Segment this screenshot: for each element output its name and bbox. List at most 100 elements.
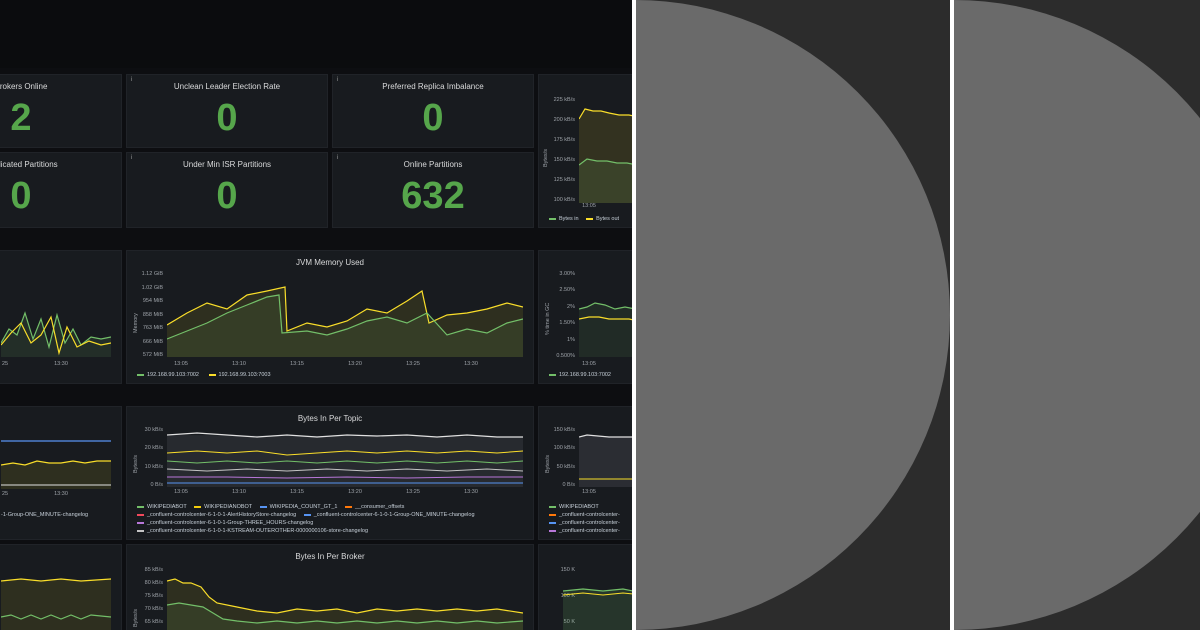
legend-item[interactable]: _confluent-controlcenter- (559, 520, 620, 526)
legend-item[interactable]: _confluent-controlcenter-6-1-0-1-Group-T… (147, 520, 313, 526)
panel-title: Preferred Replica Imbalance (382, 82, 484, 91)
y-tick: 763 MiB (142, 325, 163, 331)
x-tick: 13:10 (232, 489, 246, 495)
panel-title: Bytes In Per Broker (295, 552, 365, 561)
y-tick: 572 MiB (142, 352, 163, 358)
panel-title: Brokers Online (0, 82, 48, 91)
y-tick: 1% (567, 337, 575, 343)
y-tick: 20 kB/s (144, 445, 163, 451)
y-axis-label: Bytes/s (543, 148, 549, 167)
decorative-panel-1 (636, 0, 950, 630)
y-tick: 0 B/s (150, 482, 163, 488)
legend-item[interactable]: 192.168.99.103:7002 (147, 372, 199, 378)
y-tick: 0 B/s (562, 482, 575, 488)
legend-item[interactable]: WIKIPEDIABOT (559, 504, 599, 510)
jvm-plot (167, 286, 523, 357)
y-tick: 65 kB/s (144, 619, 163, 625)
panel-preferred-replica-imbalance[interactable]: i Preferred Replica Imbalance 0 (332, 74, 534, 148)
x-tick: 13:30 (54, 361, 68, 367)
legend-swatch (549, 513, 556, 516)
legend-item[interactable]: WIKIPEDIABOT (147, 504, 187, 510)
legend-swatch (549, 217, 556, 220)
panel-brokers-online[interactable]: Brokers Online 2 (0, 74, 122, 148)
y-tick: 2.50% (559, 287, 575, 293)
y-tick: 2% (567, 304, 575, 310)
panel-bytes-topic-right[interactable]: 150 kB/s 100 kB/s 50 kB/s 0 B/s Bytes/s … (538, 406, 632, 540)
legend-swatch (259, 505, 267, 508)
panel-throughput[interactable]: 225 kB/s 200 kB/s 175 kB/s 150 kB/s 125 … (538, 74, 632, 228)
grafana-dashboard: Brokers Online 2 i Unclean Leader Electi… (0, 0, 632, 630)
x-tick: 13:15 (290, 489, 304, 495)
legend-swatch (303, 513, 311, 516)
x-tick: 25 (1, 491, 9, 497)
y-tick: 70 kB/s (144, 606, 163, 612)
legend-item[interactable]: 192.168.99.103:7003 (219, 372, 271, 378)
panel-online-partitions[interactable]: i Online Partitions 632 (332, 152, 534, 228)
panel-jvm-memory-used[interactable]: JVM Memory Used 1.12 GiB 1.02 GiB 954 Mi… (126, 250, 534, 384)
legend-item[interactable]: Bytes in (559, 216, 579, 222)
y-tick: 75 kB/s (144, 593, 163, 599)
legend-item[interactable]: _confluent-controlcenter-6-1-0-1-Group-O… (314, 512, 475, 518)
stat-value: 0 (216, 175, 238, 217)
y-tick: 1.50% (559, 320, 575, 326)
panel-bytes-in-per-broker[interactable]: Bytes In Per Broker 85 kB/s 80 kB/s 75 k… (126, 544, 534, 630)
legend-swatch (549, 505, 556, 508)
y-tick: 100 kB/s (553, 445, 575, 451)
y-axis-label: % time in GC (545, 302, 551, 335)
x-tick: 13:25 (406, 361, 420, 367)
y-tick: 80 kB/s (144, 580, 163, 586)
bytes-broker-plot (167, 578, 523, 630)
y-tick: 125 kB/s (553, 177, 575, 183)
y-tick: 85 kB/s (144, 567, 163, 573)
y-tick: 100 kB/s (553, 197, 575, 203)
legend-item[interactable]: _confluent-controlcenter- (559, 512, 620, 518)
panel-under-min-isr-partitions[interactable]: i Under Min ISR Partitions 0 (126, 152, 328, 228)
panel-title: Bytes In Per Topic (297, 414, 363, 423)
legend-item[interactable]: _confluent-controlcenter-6-1-0-1-AlertHi… (147, 512, 296, 518)
y-tick: 30 kB/s (144, 427, 163, 433)
decorative-panel-2 (954, 0, 1200, 630)
panel-left-low[interactable]: 25 13:30 -1-Group-ONE_MINUTE-changelog (0, 406, 122, 540)
legend-swatch (208, 373, 216, 376)
legend-item[interactable]: WIKIPEDIA_COUNT_GT_1 (270, 504, 338, 510)
bottom-right-plot (563, 588, 632, 630)
y-axis-label: Memory (133, 313, 139, 333)
dashboard-top-bar (0, 0, 632, 68)
y-tick: 150 kB/s (553, 157, 575, 163)
y-tick: 10 kB/s (144, 464, 163, 470)
x-tick: 13:05 (582, 361, 596, 367)
legend: WIKIPEDIABOT _confluent-controlcenter- _… (549, 503, 620, 535)
legend-swatch (549, 529, 556, 532)
y-tick: 1.12 GiB (141, 271, 163, 277)
legend: 192.168.99.103:7002 (549, 371, 611, 379)
panel-bytes-in-per-topic[interactable]: Bytes In Per Topic 30 kB/s 20 kB/s 10 kB… (126, 406, 534, 540)
legend-item[interactable]: -1-Group-ONE_MINUTE-changelog (1, 512, 88, 518)
x-tick: 13:05 (174, 361, 188, 367)
panel-replicated-partitions[interactable]: Replicated Partitions 0 (0, 152, 122, 228)
legend-swatch (344, 505, 352, 508)
y-tick: 1.02 GiB (141, 285, 163, 291)
panel-title: Replicated Partitions (0, 160, 58, 169)
legend-item[interactable]: __consumer_offsets (355, 504, 404, 510)
panel-bottom-right[interactable]: 150 K 100 K 50 K (538, 544, 632, 630)
legend-item[interactable]: 192.168.99.103:7002 (559, 372, 611, 378)
legend-item[interactable]: _confluent-controlcenter- (559, 528, 620, 534)
panel-gc-time[interactable]: 3.00% 2.50% 2% 1.50% 1% 0.500% % time in… (538, 250, 632, 384)
legend-item[interactable]: _confluent-controlcenter-6-1-0-1-KSTREAM… (147, 528, 368, 534)
stat-value: 0 (422, 97, 444, 139)
stat-value: 2 (10, 97, 32, 139)
y-tick: 3.00% (559, 271, 575, 277)
legend-swatch (586, 217, 594, 220)
legend-swatch (137, 373, 144, 376)
x-tick: 13:20 (348, 489, 362, 495)
legend-item[interactable]: WIKIPEDIANOBOT (204, 504, 252, 510)
legend-swatch (194, 505, 202, 508)
legend-swatch (137, 529, 144, 532)
stat-value: 0 (216, 97, 238, 139)
legend-item[interactable]: Bytes out (596, 216, 619, 222)
panel-left-bottom[interactable] (0, 544, 122, 630)
stat-value: 0 (10, 175, 32, 217)
panel-left-mid[interactable]: 25 13:30 (0, 250, 122, 384)
panel-unclean-leader-election-rate[interactable]: i Unclean Leader Election Rate 0 (126, 74, 328, 148)
y-tick: 175 kB/s (553, 137, 575, 143)
